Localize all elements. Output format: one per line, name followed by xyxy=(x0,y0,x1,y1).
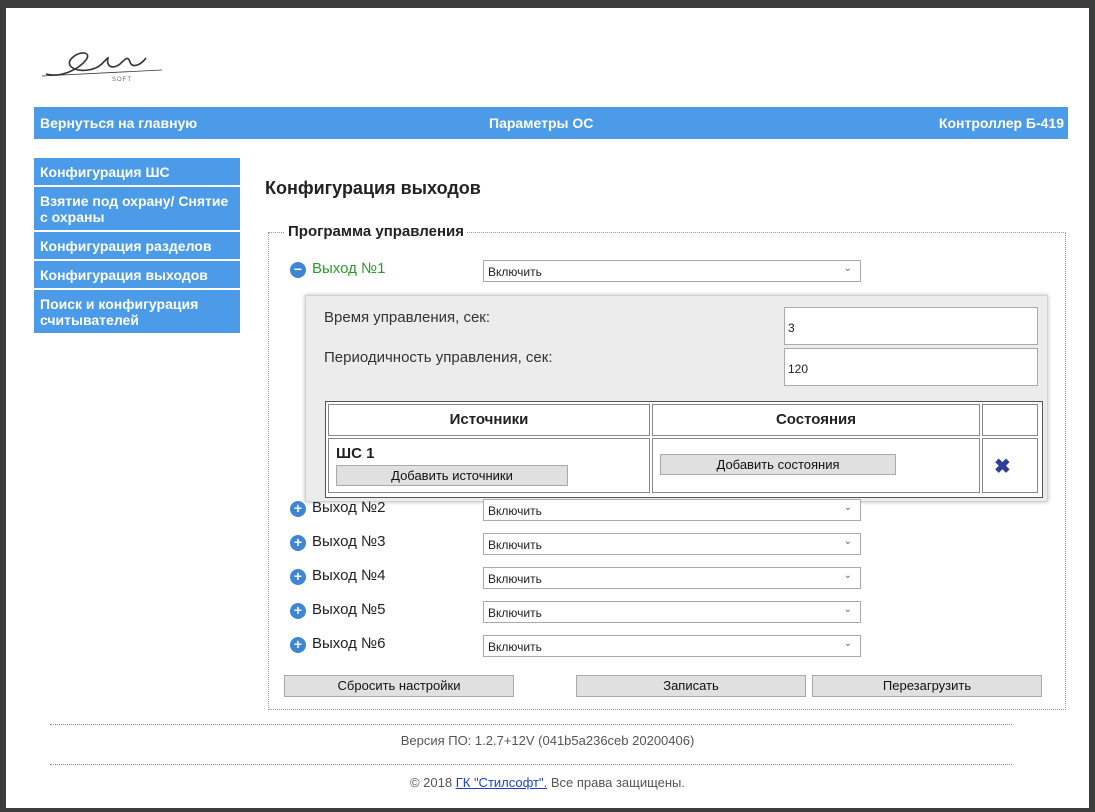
chevron-down-icon: ⌄ xyxy=(843,502,852,513)
stilsoft-logo: SOFT xyxy=(42,52,163,83)
control-period-input[interactable]: 120 xyxy=(784,348,1038,386)
output-mode-select[interactable]: Включить ⌄ xyxy=(483,260,861,282)
section-heading: Конфигурация выходов xyxy=(265,178,481,198)
top-bar: Вернуться на главную Параметры ОС Контро… xyxy=(34,107,1068,139)
expand-icon[interactable]: + xyxy=(290,535,306,551)
chevron-down-icon: ⌄ xyxy=(843,638,852,649)
delete-x-icon[interactable]: ✖ xyxy=(994,454,1011,479)
control-program-legend: Программа управления xyxy=(285,223,468,240)
write-button[interactable]: Записать xyxy=(576,675,806,697)
output-label: Выход №1 xyxy=(312,260,386,277)
expand-icon[interactable]: + xyxy=(290,637,306,653)
output-mode-select[interactable]: Включить ⌄ xyxy=(483,499,861,521)
firmware-version: Версия ПО: 1.2.7+12V (041b5a236ceb 20200… xyxy=(400,733,695,748)
logo-subtext: SOFT xyxy=(112,77,132,83)
control-time-input[interactable]: 3 xyxy=(784,307,1038,345)
output-mode-select[interactable]: Включить ⌄ xyxy=(483,601,861,623)
output-1-settings-panel: Время управления, сек: 3 Периодичность у… xyxy=(305,295,1048,502)
collapse-icon[interactable]: − xyxy=(290,262,306,278)
col-header-states: Состояния xyxy=(652,404,980,436)
add-sources-button[interactable]: Добавить источники xyxy=(336,465,568,486)
states-cell: Добавить состояния xyxy=(652,438,980,493)
source-name: ШС 1 xyxy=(336,445,375,462)
copyright: © 2018 ГК "Стилсофт". Все права защищены… xyxy=(6,775,1089,790)
expand-icon[interactable]: + xyxy=(290,603,306,619)
sidebar-item-partitions[interactable]: Конфигурация разделов xyxy=(34,232,240,261)
chevron-down-icon: ⌄ xyxy=(843,536,852,547)
output-label: Выход №4 xyxy=(312,567,386,584)
output-mode-select[interactable]: Включить ⌄ xyxy=(483,567,861,589)
chevron-down-icon: ⌄ xyxy=(843,263,852,274)
output-label: Выход №2 xyxy=(312,499,386,516)
select-value: Включить xyxy=(488,606,542,620)
device-name: Контроллер Б-419 xyxy=(938,115,1064,131)
reboot-button[interactable]: Перезагрузить xyxy=(812,675,1042,697)
company-link[interactable]: ГК "Стилсофт". xyxy=(456,775,548,790)
reset-settings-button[interactable]: Сбросить настройки xyxy=(284,675,514,697)
select-value: Включить xyxy=(488,572,542,586)
page-title: Параметры ОС xyxy=(489,115,594,131)
sidebar-item-arming[interactable]: Взятие под охрану/ Снятие с охраны xyxy=(34,187,240,232)
actions-cell: ✖ xyxy=(982,438,1038,493)
sidebar-item-readers[interactable]: Поиск и конфигурация считывателей xyxy=(34,290,240,335)
footer-divider xyxy=(50,724,1012,725)
add-states-button[interactable]: Добавить состояния xyxy=(660,454,896,475)
back-to-home-link[interactable]: Вернуться на главную xyxy=(40,115,197,131)
col-header-actions xyxy=(982,404,1038,436)
sidebar-item-outputs[interactable]: Конфигурация выходов xyxy=(34,261,240,290)
footer-divider xyxy=(50,764,1012,765)
expand-icon[interactable]: + xyxy=(290,569,306,585)
sidebar-item-zones[interactable]: Конфигурация ШС xyxy=(34,158,240,187)
chevron-down-icon: ⌄ xyxy=(843,570,852,581)
sources-states-table: Источники Состояния ШС 1 Добавить источн… xyxy=(325,401,1043,498)
page: SOFT Вернуться на главную Параметры ОС К… xyxy=(6,8,1089,808)
select-value: Включить xyxy=(488,265,542,279)
output-label: Выход №6 xyxy=(312,635,386,652)
chevron-down-icon: ⌄ xyxy=(843,604,852,615)
output-mode-select[interactable]: Включить ⌄ xyxy=(483,533,861,555)
select-value: Включить xyxy=(488,538,542,552)
copyright-prefix: © 2018 xyxy=(409,775,456,790)
control-time-label: Время управления, сек: xyxy=(324,309,491,326)
output-label: Выход №5 xyxy=(312,601,386,618)
select-value: Включить xyxy=(488,640,542,654)
control-period-label: Периодичность управления, сек: xyxy=(324,349,553,366)
sidebar: Конфигурация ШС Взятие под охрану/ Сняти… xyxy=(34,158,240,335)
select-value: Включить xyxy=(488,504,542,518)
source-cell: ШС 1 Добавить источники xyxy=(328,438,650,493)
col-header-sources: Источники xyxy=(328,404,650,436)
copyright-suffix: Все права защищены. xyxy=(547,775,686,790)
expand-icon[interactable]: + xyxy=(290,501,306,517)
output-label: Выход №3 xyxy=(312,533,386,550)
output-mode-select[interactable]: Включить ⌄ xyxy=(483,635,861,657)
